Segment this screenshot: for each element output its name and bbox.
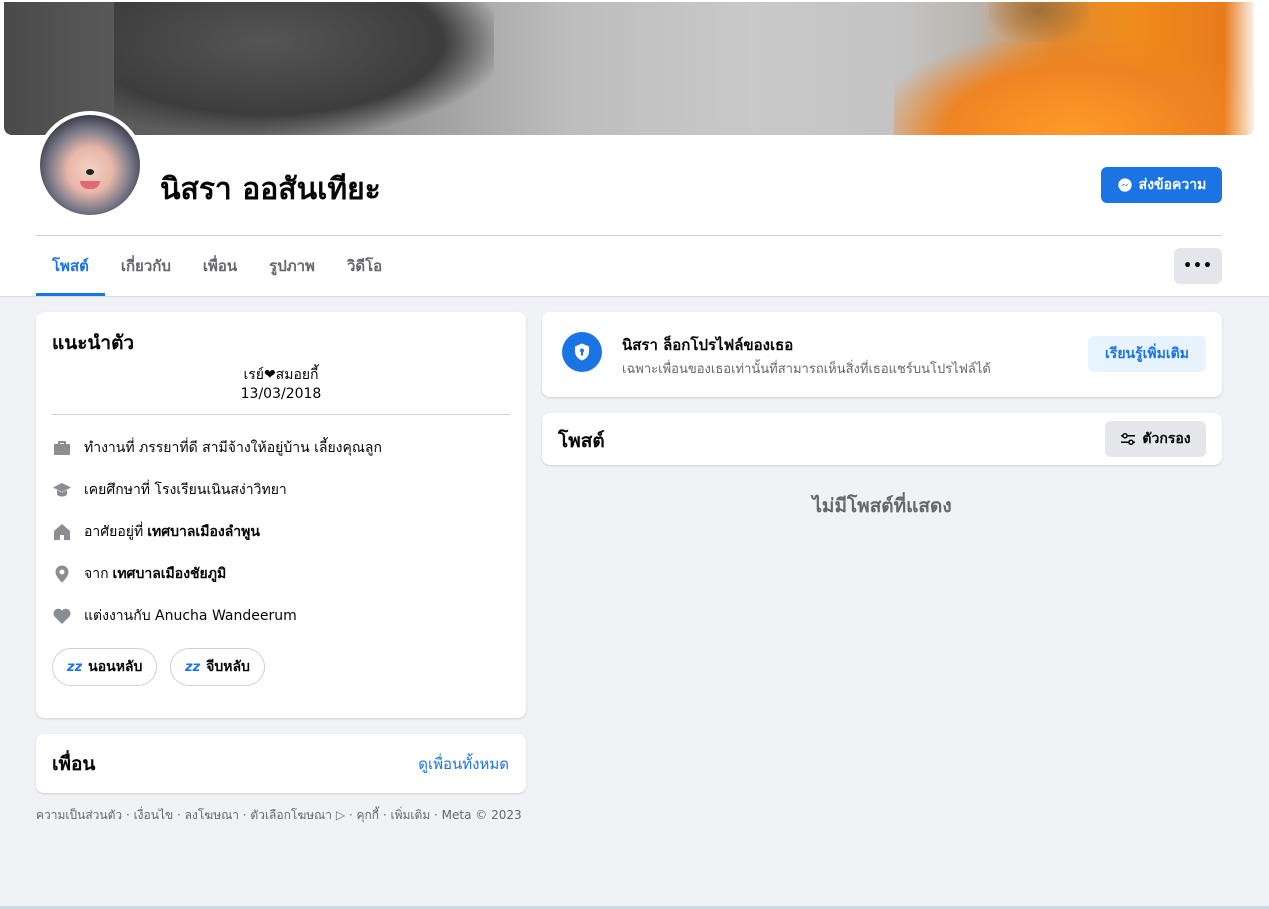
intro-title: แนะนำตัว — [52, 332, 135, 354]
cover-fade — [1224, 2, 1254, 135]
detail-lives-in: อาศัยอยู่ที่ เทศบาลเมืองลำพูน — [52, 520, 260, 544]
hobby-chip-label: จีบหลับ — [206, 659, 250, 675]
profile-header: นิสรา ออสันเทียะ ส่งข้อความ โพสต์ เกี่ยว… — [0, 0, 1269, 297]
avatar-nose — [86, 169, 94, 175]
detail-relationship-text: แต่งงานกับ Anucha Wandeerum — [84, 608, 297, 624]
messenger-icon — [1117, 178, 1132, 192]
locked-title: นิสรา ล็อกโปรไฟล์ของเธอ — [622, 336, 794, 354]
avatar[interactable] — [36, 111, 144, 219]
footer-links[interactable]: ความเป็นส่วนตัว · เงื่อนไข · ลงโฆษณา · ต… — [36, 806, 522, 825]
tab-about[interactable]: เกี่ยวกับ — [105, 236, 187, 296]
more-options-button[interactable]: ••• — [1174, 248, 1222, 284]
send-message-label: ส่งข้อความ — [1138, 177, 1207, 193]
detail-education-text: เคยศึกษาที่ โรงเรียนเนินสง่าวิทยา — [84, 482, 287, 498]
briefcase-icon — [52, 438, 72, 458]
graduation-cap-icon — [52, 480, 72, 500]
profile-name: นิสรา ออสันเทียะ — [160, 172, 381, 207]
sleep-emoji-icon: zz — [67, 659, 83, 675]
location-pin-icon — [52, 564, 72, 584]
home-icon — [52, 522, 72, 542]
detail-lives-in-prefix: อาศัยอยู่ที่ — [84, 524, 144, 540]
posts-title: โพสต์ — [558, 430, 605, 452]
tab-posts[interactable]: โพสต์ — [36, 236, 105, 296]
heart-icon — [52, 606, 72, 626]
detail-from-value[interactable]: เทศบาลเมืองชัยภูมิ — [113, 563, 227, 585]
friends-title[interactable]: เพื่อน — [52, 749, 95, 779]
bio-line-1: เรย์❤สมอยกี้ — [243, 367, 319, 383]
intro-bio: เรย์❤สมอยกี้ 13/03/2018 — [36, 366, 526, 404]
cover-photo[interactable] — [4, 2, 1254, 135]
sleep-emoji-icon: zz — [185, 659, 201, 675]
tab-friends[interactable]: เพื่อน — [187, 236, 253, 296]
profile-tabs: โพสต์ เกี่ยวกับ เพื่อน รูปภาพ วิดีโอ — [36, 236, 398, 296]
see-all-friends-link[interactable]: ดูเพื่อนทั้งหมด — [418, 752, 509, 776]
filter-sliders-icon — [1121, 433, 1136, 445]
hobby-chip-nap[interactable]: zz จีบหลับ — [170, 648, 265, 686]
avatar-mouth — [80, 181, 100, 189]
intro-card: แนะนำตัว เรย์❤สมอยกี้ 13/03/2018 ทำงานที… — [36, 312, 526, 718]
locked-description: เฉพาะเพื่อนของเธอเท่านั้นที่สามารถเห็นสิ… — [622, 362, 991, 377]
tab-photos[interactable]: รูปภาพ — [253, 236, 331, 296]
avatar-image — [40, 115, 140, 215]
filter-button[interactable]: ตัวกรอง — [1105, 421, 1206, 457]
friends-card: เพื่อน ดูเพื่อนทั้งหมด — [36, 734, 526, 793]
detail-from: จาก เทศบาลเมืองชัยภูมิ — [52, 562, 226, 586]
detail-lives-in-value[interactable]: เทศบาลเมืองลำพูน — [147, 521, 260, 543]
detail-work-text: ทำงานที่ ภรรยาที่ดี สามีจ้างให้อยู่บ้าน … — [84, 440, 382, 456]
detail-education: เคยศึกษาที่ โรงเรียนเนินสง่าวิทยา — [52, 478, 287, 502]
posts-card: โพสต์ ตัวกรอง — [542, 413, 1222, 465]
send-message-button[interactable]: ส่งข้อความ — [1101, 167, 1222, 203]
locked-profile-card: นิสรา ล็อกโปรไฟล์ของเธอ เฉพาะเพื่อนของเธ… — [542, 312, 1222, 397]
detail-relationship: แต่งงานกับ Anucha Wandeerum — [52, 604, 297, 628]
detail-from-prefix: จาก — [84, 566, 109, 582]
hobby-chip-sleep[interactable]: zz นอนหลับ — [52, 648, 158, 686]
shield-lock-icon — [562, 332, 602, 372]
tab-videos[interactable]: วิดีโอ — [331, 236, 398, 296]
detail-work: ทำงานที่ ภรรยาที่ดี สามีจ้างให้อยู่บ้าน … — [52, 436, 382, 460]
cover-shade-top — [989, 2, 1089, 42]
bio-line-2: 13/03/2018 — [240, 386, 322, 402]
cover-shade-right — [894, 42, 1254, 135]
cover-shade-left — [114, 2, 494, 135]
learn-more-button[interactable]: เรียนรู้เพิ่มเติม — [1088, 336, 1206, 372]
filter-label: ตัวกรอง — [1142, 431, 1191, 447]
hobby-chip-label: นอนหลับ — [88, 659, 143, 675]
bio-divider — [52, 414, 510, 415]
no-posts-message: ไม่มีโพสต์ที่แสดง — [812, 495, 952, 517]
